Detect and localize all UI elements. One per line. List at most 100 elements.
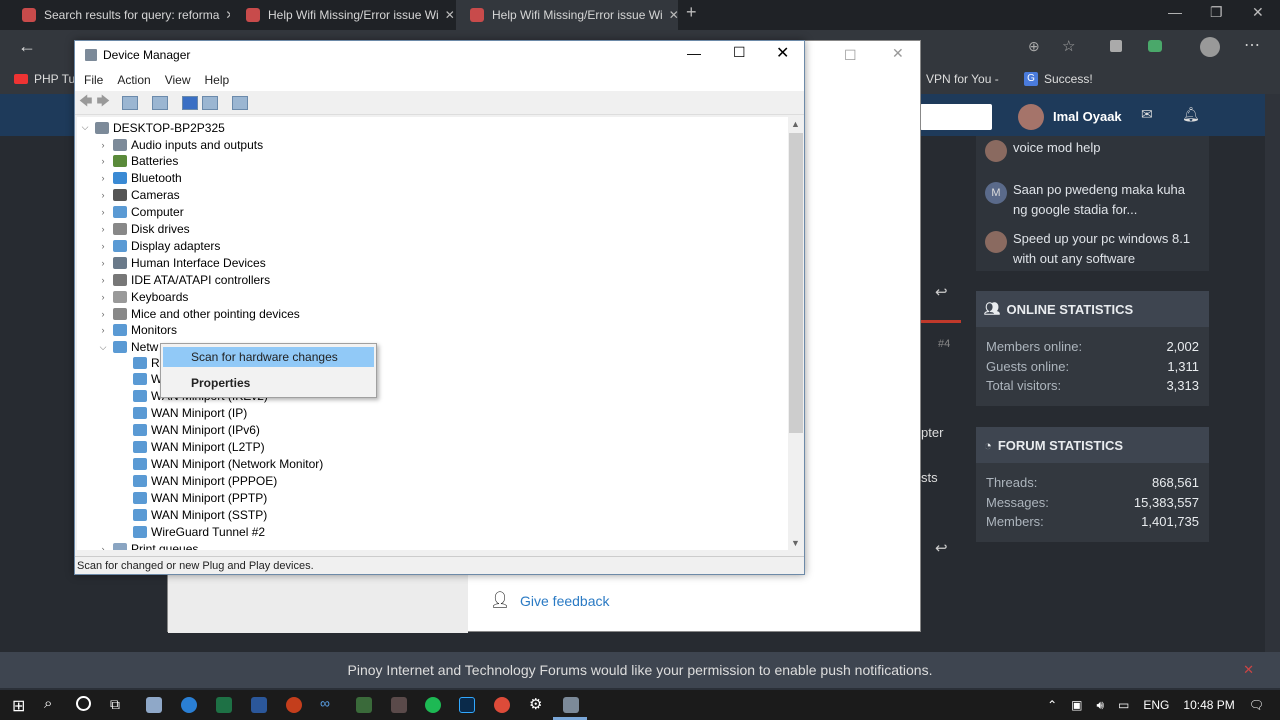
expand-icon[interactable]: › [97, 544, 109, 551]
tree-category[interactable]: › Print queues [97, 540, 198, 550]
scroll-thumb[interactable] [789, 133, 803, 433]
scan-hardware-icon[interactable] [231, 95, 248, 110]
back-icon[interactable]: ← [18, 36, 36, 57]
menu-item-properties[interactable]: Properties [191, 376, 250, 390]
close-icon[interactable]: ✕ [1243, 652, 1254, 688]
tree-category[interactable]: › Audio inputs and outputs [97, 136, 264, 153]
list-item[interactable]: M Saan po pwedeng maka kuha ng google sta… [985, 180, 1200, 220]
task-view-icon[interactable]: ⧉ [110, 696, 120, 713]
infinity-app-icon[interactable]: ∞ [320, 695, 330, 711]
more-menu-icon[interactable]: ⋯ [1244, 35, 1260, 55]
device-manager-taskbar-icon[interactable] [563, 697, 579, 713]
menu-help[interactable]: Help [205, 73, 230, 87]
properties-icon[interactable] [151, 95, 168, 110]
profile-avatar[interactable] [1200, 37, 1220, 57]
feedback-icon[interactable]: 👤︎ [490, 590, 510, 610]
list-item[interactable]: Speed up your pc windows 8.1 with out an… [985, 229, 1200, 269]
tree-category[interactable]: › Disk drives [97, 221, 190, 238]
collapse-icon[interactable]: ⌵ [97, 342, 109, 353]
clock[interactable]: 10:48 PM [1183, 698, 1234, 713]
network-icon[interactable]: ▣ [1071, 698, 1082, 713]
network-adapter-item[interactable]: WireGuard Tunnel #2 [133, 523, 265, 540]
expand-icon[interactable]: › [97, 190, 109, 200]
tree-category[interactable]: › Cameras [97, 187, 180, 204]
network-adapter-item[interactable]: WAN Miniport (PPPOE) [133, 472, 277, 489]
bell-icon[interactable]: 🔔︎ [1182, 106, 1200, 123]
close-icon[interactable]: ✕ [892, 45, 904, 62]
battery-icon[interactable]: ▭ [1118, 698, 1129, 713]
maximize-icon[interactable]: ❐ [1210, 4, 1223, 21]
network-adapter-item[interactable]: WAN Miniport (PPTP) [133, 489, 267, 506]
menu-item-scan-hardware[interactable]: Scan for hardware changes [163, 347, 374, 367]
minimize-icon[interactable]: — [687, 45, 701, 61]
scroll-down-icon[interactable]: ▼ [791, 538, 800, 548]
expand-icon[interactable]: › [97, 292, 109, 302]
close-icon[interactable]: ✕ [776, 43, 789, 63]
network-adapter-item[interactable]: WAN Miniport (SSTP) [133, 506, 267, 523]
back-icon[interactable]: 🡄 [79, 92, 92, 114]
browser-tab[interactable]: Help Wifi Missing/Error issue Wi ✕ [232, 0, 454, 30]
expand-icon[interactable]: › [97, 325, 109, 335]
extension-icon[interactable] [1148, 40, 1162, 52]
tree-category[interactable]: › Monitors [97, 322, 178, 339]
expand-icon[interactable]: › [97, 258, 109, 268]
expand-icon[interactable]: › [97, 140, 109, 150]
scroll-up-icon[interactable]: ▲ [791, 119, 800, 129]
username[interactable]: Imal Oyaak [1053, 109, 1122, 124]
powerpoint-icon[interactable] [286, 697, 302, 713]
tree-category[interactable]: › Human Interface Devices [97, 254, 266, 271]
expand-icon[interactable]: › [97, 207, 109, 217]
expand-icon[interactable]: › [97, 156, 109, 166]
forward-icon[interactable]: 🡆 [96, 92, 109, 114]
tree-category[interactable]: › Batteries [97, 153, 179, 170]
extension-icon[interactable] [1110, 40, 1122, 52]
user-avatar[interactable] [1018, 104, 1044, 130]
expand-icon[interactable]: › [97, 275, 109, 285]
menu-view[interactable]: View [165, 73, 191, 87]
show-hide-console-tree-icon[interactable] [121, 95, 138, 110]
settings-gear-icon[interactable]: ⚙ [529, 695, 542, 713]
network-adapter-item[interactable]: W [133, 371, 162, 388]
network-adapter-item[interactable]: WAN Miniport (IP) [133, 405, 247, 422]
chrome-icon[interactable] [494, 697, 510, 713]
tree-category[interactable]: › Computer [97, 204, 184, 221]
minimize-icon[interactable]: — [1168, 4, 1182, 20]
add-icon[interactable]: ⊕ [1028, 38, 1040, 55]
maximize-icon[interactable]: ☐ [844, 47, 857, 64]
network-adapter-item[interactable]: WAN Miniport (L2TP) [133, 439, 265, 456]
excel-icon[interactable] [216, 697, 232, 713]
menu-action[interactable]: Action [117, 73, 150, 87]
app-icon[interactable] [391, 697, 407, 713]
chevron-up-icon[interactable]: ⌃ [1047, 698, 1057, 713]
network-adapter-item[interactable]: WAN Miniport (IPv6) [133, 422, 260, 439]
notifications-icon[interactable]: 🗨︎ [1249, 698, 1264, 713]
expand-icon[interactable]: › [97, 309, 109, 319]
tree-category[interactable]: › IDE ATA/ATAPI controllers [97, 271, 271, 288]
browser-tab[interactable]: Search results for query: reforma✕ [8, 0, 230, 30]
give-feedback-link[interactable]: Give feedback [520, 593, 610, 609]
windows-start-icon[interactable]: ⊞ [12, 696, 25, 716]
close-tab-icon[interactable]: ✕ [219, 8, 230, 22]
tree-category[interactable]: › Display adapters [97, 237, 221, 254]
close-tab-icon[interactable]: ✕ [663, 8, 678, 22]
list-item[interactable]: voice mod help [985, 138, 1200, 162]
bookmark-item[interactable]: VPN for You - [926, 72, 999, 86]
post-number[interactable]: #4 [938, 338, 950, 350]
tree-category[interactable]: › Mice and other pointing devices [97, 305, 300, 322]
word-icon[interactable] [251, 697, 267, 713]
close-window-icon[interactable]: ✕ [1252, 4, 1264, 21]
tree-root[interactable]: ⌵ DESKTOP-BP2P325 [79, 119, 225, 136]
expand-icon[interactable]: › [97, 224, 109, 234]
tree-category[interactable]: › Bluetooth [97, 170, 182, 187]
tree-scrollbar[interactable]: ▲ ▼ [788, 117, 804, 550]
bookmark-item[interactable]: G Success! [1024, 72, 1093, 86]
expand-icon[interactable]: › [97, 241, 109, 251]
maximize-icon[interactable]: ☐ [733, 44, 746, 61]
edge-icon[interactable] [181, 697, 197, 713]
search-input[interactable] [920, 104, 992, 130]
help-icon[interactable] [181, 95, 198, 110]
cortana-icon[interactable] [76, 696, 91, 711]
menu-file[interactable]: File [84, 73, 103, 87]
network-adapter-item[interactable]: WAN Miniport (Network Monitor) [133, 455, 323, 472]
file-explorer-icon[interactable] [146, 697, 162, 713]
